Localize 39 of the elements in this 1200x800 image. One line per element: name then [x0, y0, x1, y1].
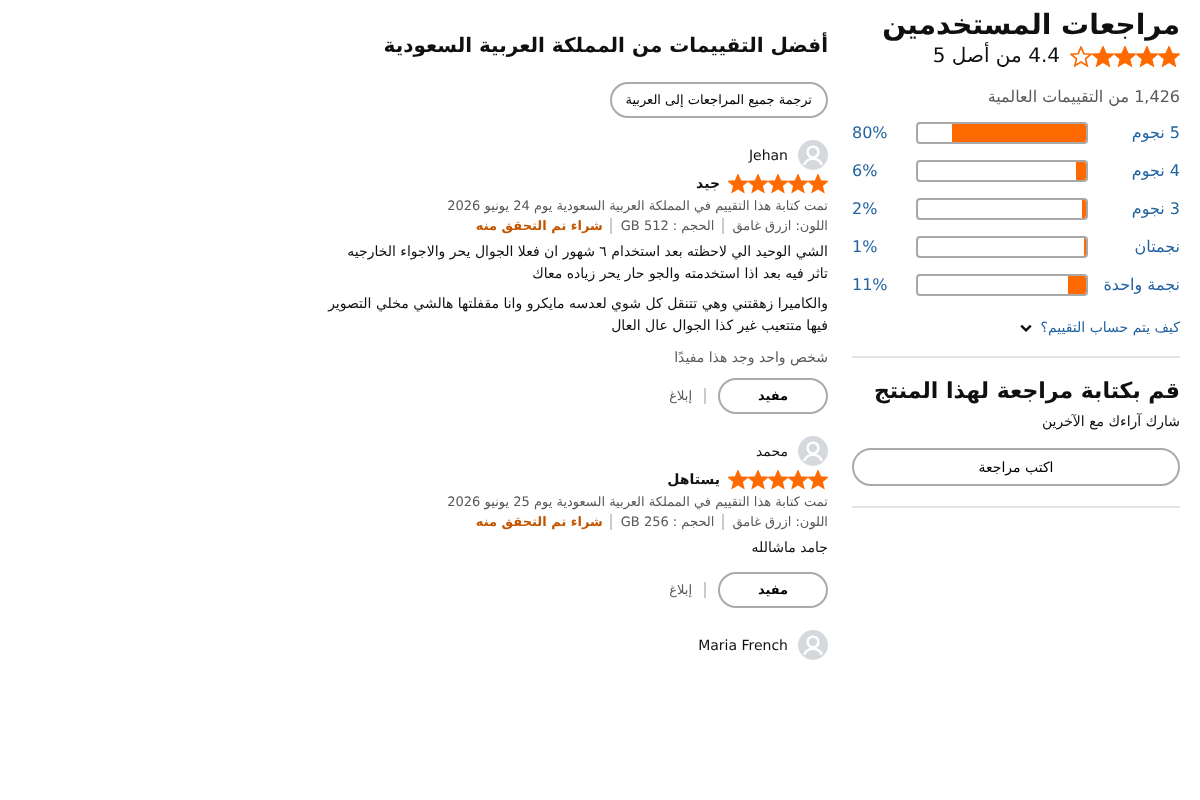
star-icon — [808, 470, 828, 490]
star-link[interactable]: 5 نجوم — [1100, 124, 1180, 142]
percent-link[interactable]: 1% — [852, 238, 904, 256]
star-icon — [1114, 46, 1136, 68]
star-link[interactable]: نجمة واحدة — [1100, 276, 1180, 294]
star-outline-icon — [1070, 46, 1092, 68]
ratings-count: 1,426 من التقييمات العالمية — [985, 88, 1180, 106]
percent-link[interactable]: 2% — [852, 200, 904, 218]
star-icon — [768, 174, 788, 194]
avatar-icon — [798, 436, 828, 466]
star-icon — [728, 174, 748, 194]
rating-bar[interactable] — [916, 274, 1088, 296]
avatar-icon — [798, 630, 828, 660]
star-icon — [788, 174, 808, 194]
rating-bar[interactable] — [916, 160, 1088, 182]
rating-text: 4.4 من أصل 5 — [932, 46, 1060, 68]
star-icon — [768, 470, 788, 490]
star-link[interactable]: 3 نجوم — [1100, 200, 1180, 218]
star-icon — [748, 470, 768, 490]
section-title: أفضل التقييمات من المملكة العربية السعودية — [381, 36, 828, 58]
star-link[interactable]: 4 نجوم — [1100, 162, 1180, 180]
star-icon — [1092, 46, 1114, 68]
star-icon — [808, 174, 828, 194]
avatar-icon — [798, 140, 828, 170]
star-icon — [1158, 46, 1180, 68]
section-title: مراجعات المستخدمين — [880, 8, 1180, 42]
section-title: قم بكتابة مراجعة لهذا المنتج — [871, 378, 1180, 404]
star-icon — [728, 470, 748, 490]
percent-link[interactable]: 6% — [852, 162, 904, 180]
star-icon — [788, 470, 808, 490]
star-icon — [1136, 46, 1158, 68]
percent-link[interactable]: 11% — [852, 276, 904, 294]
rating-bar[interactable] — [916, 198, 1088, 220]
star-link[interactable]: نجمتان — [1100, 238, 1180, 256]
rating-bar[interactable] — [916, 236, 1088, 258]
percent-link[interactable]: 80% — [852, 124, 904, 142]
rating-bar[interactable] — [916, 122, 1088, 144]
chevron-down-icon[interactable] — [1018, 320, 1035, 336]
star-icon — [748, 174, 768, 194]
